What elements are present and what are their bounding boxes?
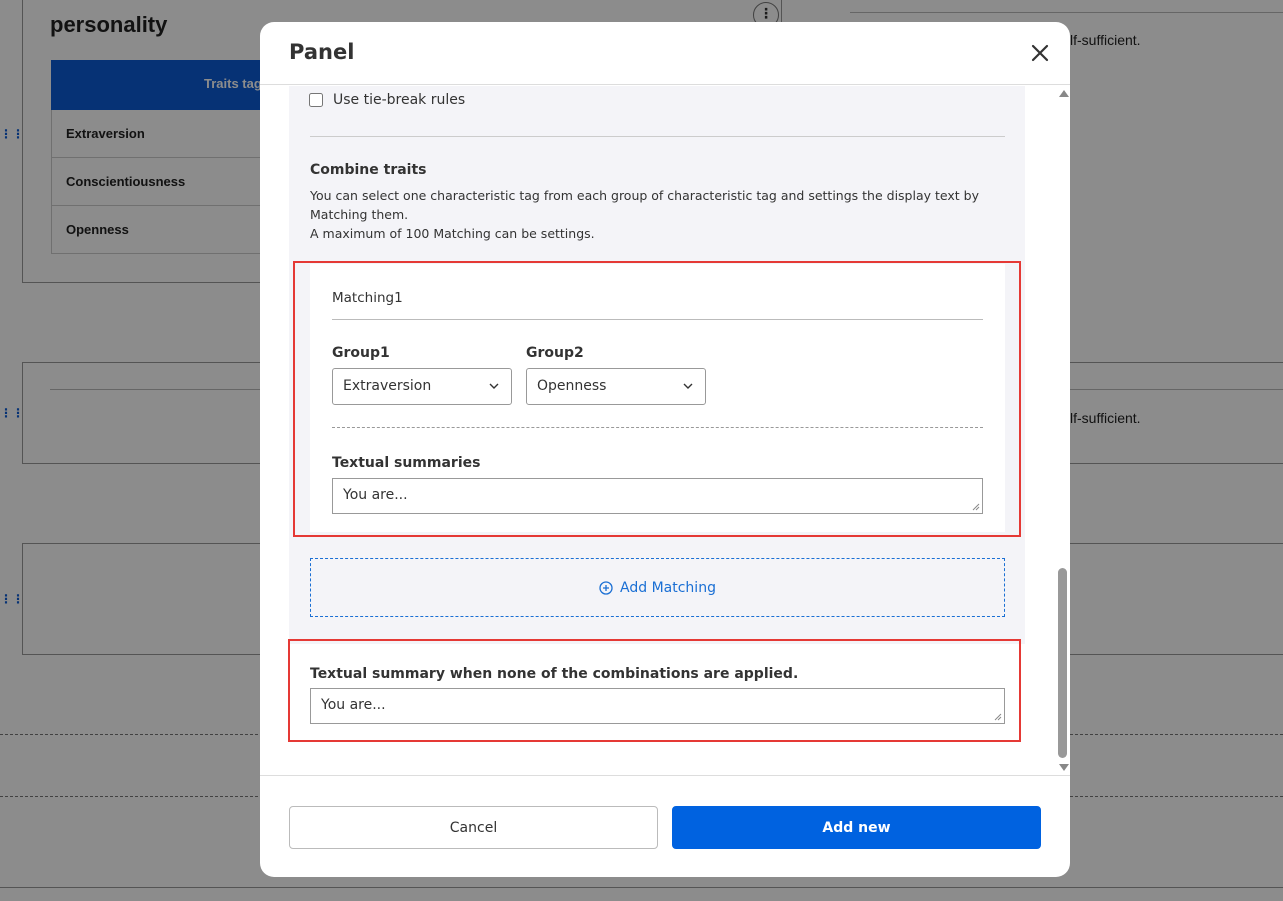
resize-handle-icon[interactable] [994,713,1002,721]
tiebreak-checkbox-row[interactable]: Use tie-break rules [309,92,465,108]
modal-footer: Cancel Add new [260,775,1070,877]
cancel-button[interactable]: Cancel [289,806,658,849]
add-new-button[interactable]: Add new [672,806,1041,849]
scroll-up-arrow-icon[interactable] [1059,90,1069,97]
close-button[interactable] [1028,41,1052,65]
modal-title: Panel [289,40,355,64]
default-summary-input[interactable]: You are... [310,688,1005,724]
divider [310,136,1005,137]
default-summary-value: You are... [321,697,386,713]
close-icon [1031,44,1049,62]
combine-desc-line: You can select one characteristic tag fr… [310,188,979,222]
scrollbar[interactable] [1056,86,1070,776]
combine-traits-description: You can select one characteristic tag fr… [310,186,1010,243]
scroll-down-arrow-icon[interactable] [1059,764,1069,771]
panel-modal: Panel Use tie-break rules Combine traits… [260,22,1070,877]
tiebreak-label: Use tie-break rules [333,92,466,108]
plus-circle-icon [599,580,613,595]
add-matching-button[interactable]: Add Matching [310,558,1005,617]
modal-body: Use tie-break rules Combine traits You c… [260,86,1070,776]
modal-header: Panel [260,22,1070,85]
combine-desc-line: A maximum of 100 Matching can be setting… [310,226,595,241]
add-matching-label: Add Matching [620,579,716,596]
default-summary-label: Textual summary when none of the combina… [310,666,799,682]
scroll-thumb[interactable] [1058,568,1067,758]
tiebreak-checkbox[interactable] [309,93,323,107]
combine-traits-title: Combine traits [310,162,427,178]
highlight-box [293,261,1021,537]
